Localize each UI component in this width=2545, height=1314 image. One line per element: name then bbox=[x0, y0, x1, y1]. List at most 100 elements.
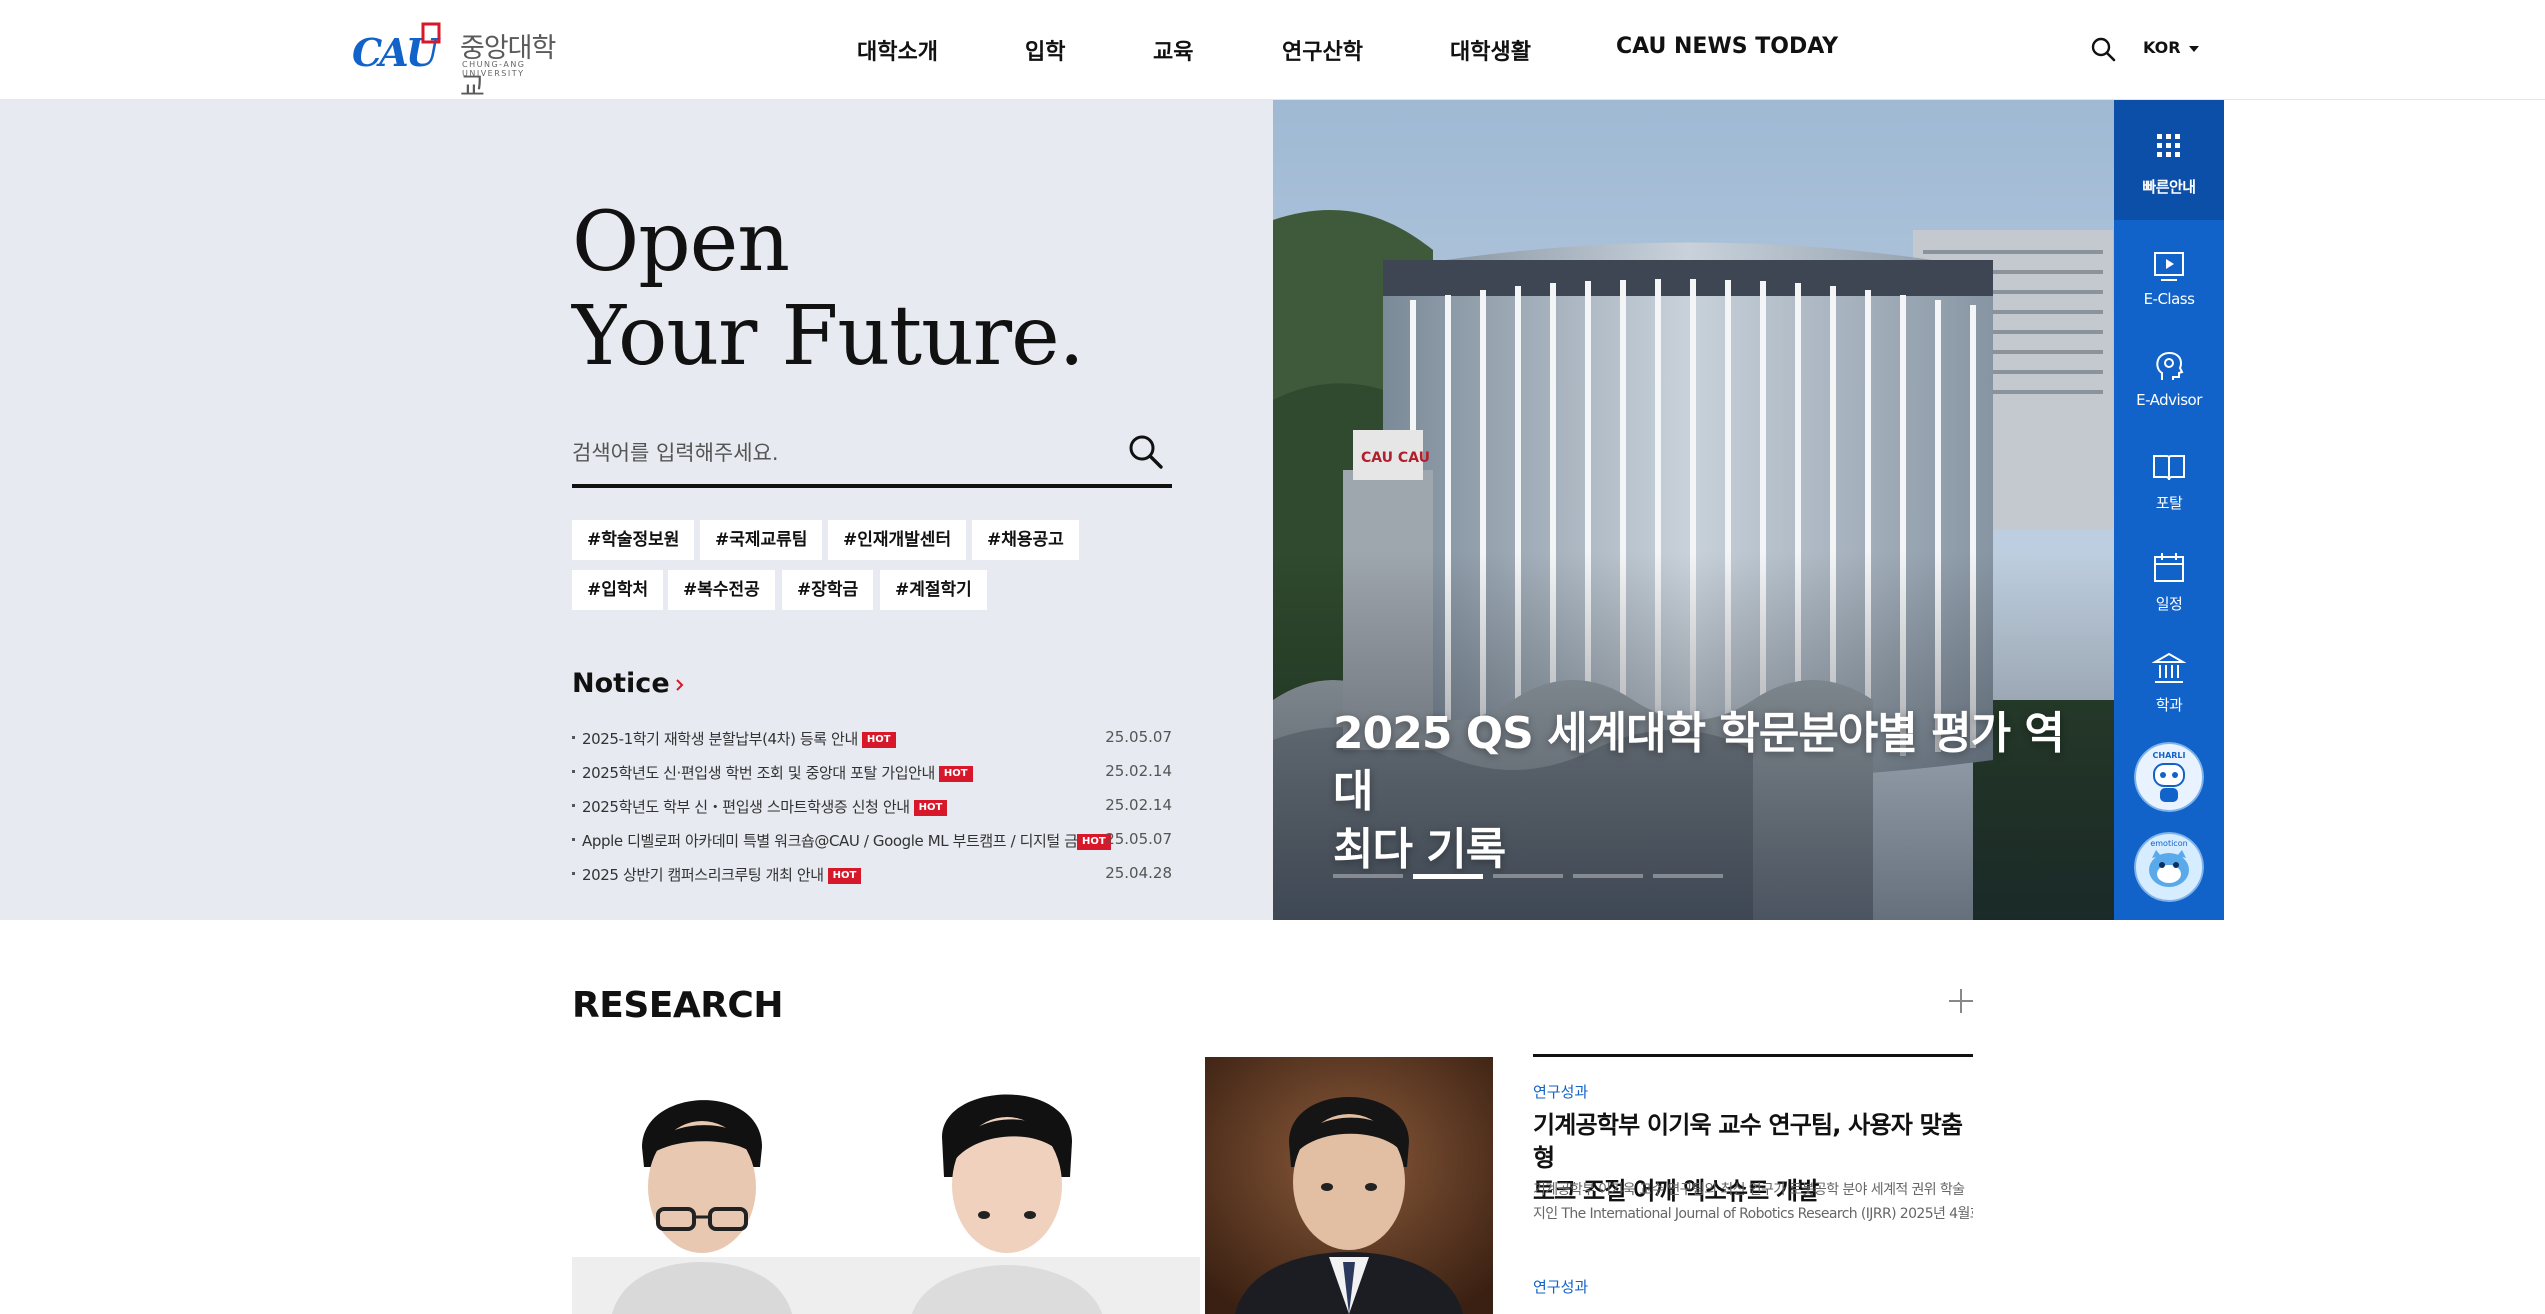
notice-item-title: 2025-1학기 재학생 분할납부(4차) 등록 안내 bbox=[582, 730, 858, 748]
tag-recruit[interactable]: #채용공고 bbox=[972, 520, 1079, 560]
chevron-down-icon bbox=[2188, 45, 2199, 52]
book-icon bbox=[2153, 455, 2185, 481]
tag-international[interactable]: #국제교류팀 bbox=[700, 520, 823, 560]
research-photo-two-researchers[interactable] bbox=[572, 1057, 1200, 1314]
calendar-icon bbox=[2154, 553, 2184, 582]
language-label: KOR bbox=[2143, 38, 2181, 57]
notice-item[interactable]: 2025학년도 학부 신・편입생 스마트학생증 신청 안내 HOT 25.02.1… bbox=[572, 790, 1172, 824]
quick-department-label: 학과 bbox=[2155, 696, 2183, 714]
university-logo[interactable]: CAU 중앙대학교 CHUNG-ANG UNIVERSITY bbox=[350, 20, 570, 103]
chatbot-charli-icon[interactable]: CHARLI bbox=[2134, 742, 2204, 812]
nav-cau-news-today[interactable]: CAU NEWS TODAY bbox=[1616, 34, 1838, 59]
notice-item-title: 2025 상반기 캠퍼스리크루팅 개최 안내 bbox=[582, 866, 824, 884]
research-headline-line1: 기계공학부 이기욱 교수 연구팀, 사용자 맞춤형 bbox=[1533, 1111, 1963, 1172]
notice-item[interactable]: 2025학년도 신·편입생 학번 조회 및 중앙대 포탈 가입안내 HOT 25.… bbox=[572, 756, 1172, 790]
hero-panel: Open Your Future. #학술정보원 #국제교류팀 #인재개발센터 … bbox=[0, 100, 1273, 920]
notice-item-date: 25.05.07 bbox=[1105, 728, 1172, 746]
research-item-description: 기계공학부 이기욱 교수 연구팀의 최신 연구가 로봇공학 분야 세계적 권위 … bbox=[1533, 1178, 1973, 1226]
head-gear-icon bbox=[2156, 352, 2184, 380]
quick-schedule-button[interactable]: 일정 bbox=[2114, 533, 2224, 633]
hero-title-line2: Your Future. bbox=[572, 289, 1085, 384]
notice-item-date: 25.02.14 bbox=[1105, 762, 1172, 780]
slide-dot-4[interactable] bbox=[1573, 874, 1643, 878]
notice-item-title: 2025학년도 학부 신・편입생 스마트학생증 신청 안내 bbox=[582, 798, 910, 816]
bullet bbox=[572, 736, 575, 739]
bullet bbox=[572, 804, 575, 807]
hot-badge: HOT bbox=[861, 732, 896, 748]
tag-scholarship[interactable]: #장학금 bbox=[782, 570, 874, 610]
notice-item-title: Apple 디벨로퍼 아카데미 특별 워크숍@CAU / Google ML 부… bbox=[582, 832, 1077, 850]
logo-english-name: CHUNG-ANG UNIVERSITY bbox=[462, 60, 526, 78]
slide-caption-line1: 2025 QS 세계대학 학문분야별 평가 역대 bbox=[1333, 708, 2065, 817]
slide-caption: 2025 QS 세계대학 학문분야별 평가 역대 최다 기록 bbox=[1333, 705, 2073, 879]
tag-admission[interactable]: #입학처 bbox=[572, 570, 664, 610]
slide-dot-5[interactable] bbox=[1653, 874, 1723, 878]
quick-portal-button[interactable]: 포탈 bbox=[2114, 432, 2224, 532]
language-selector[interactable]: KOR bbox=[2143, 38, 2199, 57]
hero-slide[interactable]: CAU CAU 2025 QS 세계대학 학문분야별 평가 역대 최다 기록 bbox=[1273, 100, 2114, 920]
research-list-divider bbox=[1533, 1054, 1973, 1057]
plus-icon[interactable] bbox=[1948, 988, 1974, 1014]
slide-dot-1[interactable] bbox=[1333, 874, 1403, 878]
research-item-category: 연구성과 bbox=[1533, 1083, 1589, 1101]
notice-item-title: 2025학년도 신·편입생 학번 조회 및 중앙대 포탈 가입안내 bbox=[582, 764, 935, 782]
quick-department-button[interactable]: 학과 bbox=[2114, 634, 2224, 734]
nav-admission[interactable]: 입학 bbox=[1025, 34, 1065, 66]
nav-research[interactable]: 연구산학 bbox=[1282, 34, 1363, 66]
play-screen-icon bbox=[2154, 252, 2184, 281]
building-icon bbox=[2152, 652, 2186, 683]
nav-campus-life[interactable]: 대학생활 bbox=[1450, 34, 1531, 66]
hot-badge: HOT bbox=[827, 868, 862, 884]
researchers-portrait-image bbox=[572, 1057, 1200, 1314]
research-section-title: RESEARCH bbox=[572, 985, 783, 1026]
bullet bbox=[572, 770, 575, 773]
search-submit-icon[interactable] bbox=[1126, 432, 1166, 472]
research-desc-line2: 지인 The International Journal of Robotics… bbox=[1533, 1206, 1973, 1222]
search-input[interactable] bbox=[572, 428, 1102, 478]
slide-caption-line2: 최다 기록 bbox=[1333, 824, 1506, 875]
notice-item[interactable]: 2025 상반기 캠퍼스리크루팅 개최 안내 HOT 25.04.28 bbox=[572, 858, 1172, 892]
tag-career-center[interactable]: #인재개발센터 bbox=[828, 520, 967, 560]
hot-badge: HOT bbox=[913, 800, 948, 816]
emoticon-label: emoticon bbox=[2150, 839, 2187, 848]
notice-item-date: 25.05.07 bbox=[1105, 830, 1172, 848]
notice-item-date: 25.04.28 bbox=[1105, 864, 1172, 882]
research-photo-professor[interactable] bbox=[1205, 1057, 1493, 1314]
tag-seasonal-semester[interactable]: #계절학기 bbox=[880, 570, 987, 610]
slide-dot-2[interactable] bbox=[1413, 874, 1483, 879]
search-bar bbox=[572, 420, 1172, 488]
quick-eadvisor-button[interactable]: E-Advisor bbox=[2114, 331, 2224, 431]
tag-library[interactable]: #학술정보원 bbox=[572, 520, 695, 560]
bullet bbox=[572, 872, 575, 875]
hero-title: Open Your Future. bbox=[572, 195, 1085, 384]
quick-schedule-label: 일정 bbox=[2155, 595, 2183, 613]
quick-menu: 빠른안내 E-Class E-Advisor 포탈 일정 학과 CHARLI e… bbox=[2114, 100, 2224, 920]
notice-item[interactable]: 2025-1학기 재학생 분할납부(4차) 등록 안내 HOT 25.05.07 bbox=[572, 722, 1172, 756]
bullet bbox=[572, 838, 575, 841]
hero-title-line1: Open bbox=[572, 195, 790, 290]
notice-title[interactable]: Notice bbox=[572, 668, 670, 699]
quick-portal-label: 포탈 bbox=[2155, 494, 2183, 512]
quick-eclass-label: E-Class bbox=[2143, 290, 2195, 308]
cau-logo-mark: CAU bbox=[352, 22, 445, 74]
hot-badge: HOT bbox=[938, 766, 973, 782]
research-desc-line1: 기계공학부 이기욱 교수 연구팀의 최신 연구가 로봇공학 분야 세계적 권위 … bbox=[1533, 1182, 1965, 1198]
site-header: CAU 중앙대학교 CHUNG-ANG UNIVERSITY 대학소개 입학 교… bbox=[0, 0, 2545, 103]
svg-text:CAU: CAU bbox=[352, 30, 442, 74]
nav-education[interactable]: 교육 bbox=[1153, 34, 1193, 66]
emoticon-mascot-icon[interactable]: emoticon bbox=[2134, 832, 2204, 902]
quick-guide-button[interactable]: 빠른안내 bbox=[2114, 100, 2224, 220]
research-item-category: 연구성과 bbox=[1533, 1278, 1589, 1296]
slide-dot-3[interactable] bbox=[1493, 874, 1563, 878]
quick-eclass-button[interactable]: E-Class bbox=[2114, 230, 2224, 330]
nav-about[interactable]: 대학소개 bbox=[857, 34, 938, 66]
quick-eadvisor-label: E-Advisor bbox=[2136, 391, 2202, 409]
notice-item-date: 25.02.14 bbox=[1105, 796, 1172, 814]
tag-double-major[interactable]: #복수전공 bbox=[668, 570, 775, 610]
chevron-right-icon[interactable] bbox=[672, 674, 688, 696]
professor-portrait-image bbox=[1205, 1057, 1493, 1314]
search-icon[interactable] bbox=[2090, 36, 2116, 62]
notice-item[interactable]: Apple 디벨로퍼 아카데미 특별 워크숍@CAU / Google ML 부… bbox=[572, 824, 1172, 858]
quick-guide-label: 빠른안내 bbox=[2142, 178, 2196, 196]
chatbot-label: CHARLI bbox=[2153, 751, 2186, 760]
